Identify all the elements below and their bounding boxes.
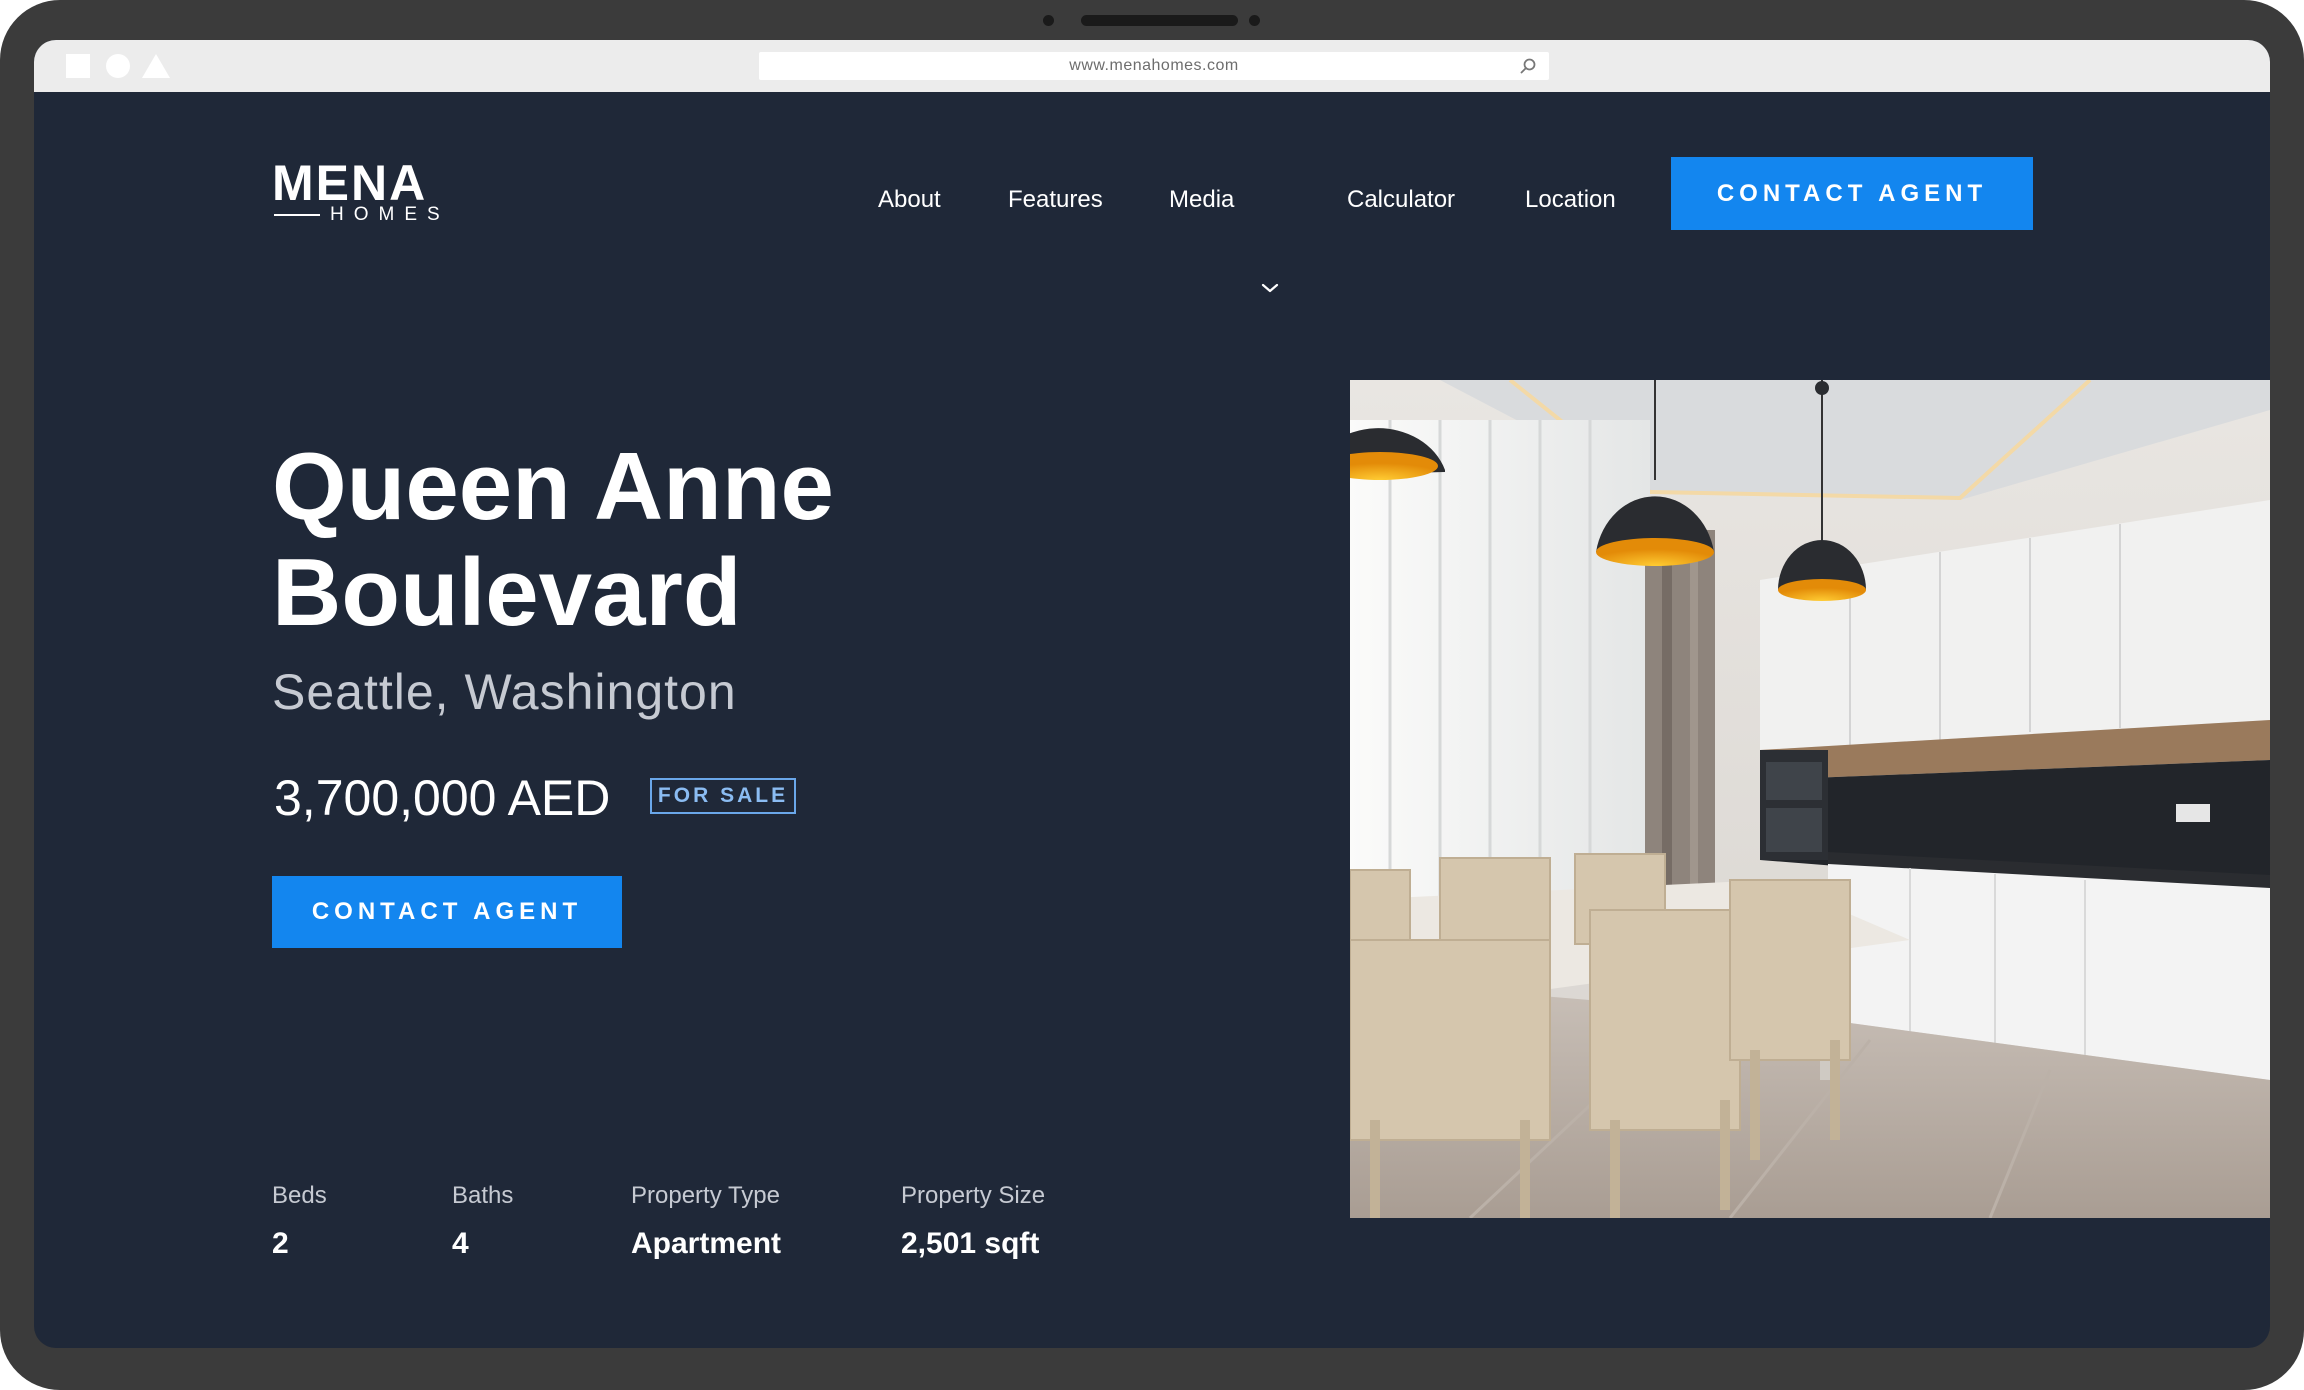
property-page: MENA HOMES About Features Media Calculat… (34, 92, 2270, 1348)
for-sale-badge: FOR SALE (650, 778, 796, 814)
device-frame: www.menahomes.com MENA HOMES About Featu… (0, 0, 2304, 1390)
nav-features[interactable]: Features (1008, 180, 1103, 220)
stat-value: 2 (272, 1227, 289, 1260)
contact-agent-nav-button[interactable]: CONTACT AGENT (1671, 157, 2033, 230)
stat-value: 4 (452, 1227, 469, 1260)
stat-property-size: Property Size 2,501 sqft (901, 1180, 1045, 1262)
stat-value: Apartment (631, 1227, 782, 1260)
nav-calculator[interactable]: Calculator (1347, 180, 1455, 220)
square-icon[interactable] (66, 54, 90, 78)
camera-dot-left (1043, 15, 1054, 26)
property-price: 3,700,000 AED (274, 770, 611, 826)
stat-label: Baths (452, 1182, 514, 1209)
nav-location[interactable]: Location (1525, 180, 1616, 220)
stat-beds: Beds 2 (272, 1180, 327, 1262)
property-photo (1350, 380, 2270, 1218)
property-title: Queen Anne Boulevard (272, 434, 1172, 646)
speaker-bar (1081, 15, 1238, 26)
contact-agent-hero-button[interactable]: CONTACT AGENT (272, 876, 622, 948)
property-location: Seattle, Washington (272, 664, 737, 720)
property-title-line-1: Queen Anne (272, 433, 834, 540)
triangle-icon[interactable] (142, 54, 170, 78)
stat-label: Property Size (901, 1182, 1046, 1209)
screen: www.menahomes.com MENA HOMES About Featu… (34, 40, 2270, 1348)
nav-about[interactable]: About (878, 180, 941, 220)
stat-property-type: Property Type Apartment (631, 1180, 781, 1262)
nav-media[interactable]: Media (1169, 180, 1234, 220)
stat-value: 2,501 sqft (901, 1227, 1040, 1260)
search-icon[interactable] (1519, 57, 1537, 75)
stat-baths: Baths 4 (452, 1180, 513, 1262)
address-bar[interactable]: www.menahomes.com (759, 52, 1549, 80)
stat-label: Property Type (631, 1182, 780, 1209)
circle-icon[interactable] (106, 54, 130, 78)
stat-label: Beds (272, 1182, 327, 1209)
chevron-down-icon[interactable] (1261, 282, 1279, 294)
camera-dot-right (1249, 15, 1260, 26)
property-title-line-2: Boulevard (272, 539, 742, 646)
browser-toolbar: www.menahomes.com (34, 40, 2270, 92)
url-text: www.menahomes.com (1069, 57, 1239, 74)
